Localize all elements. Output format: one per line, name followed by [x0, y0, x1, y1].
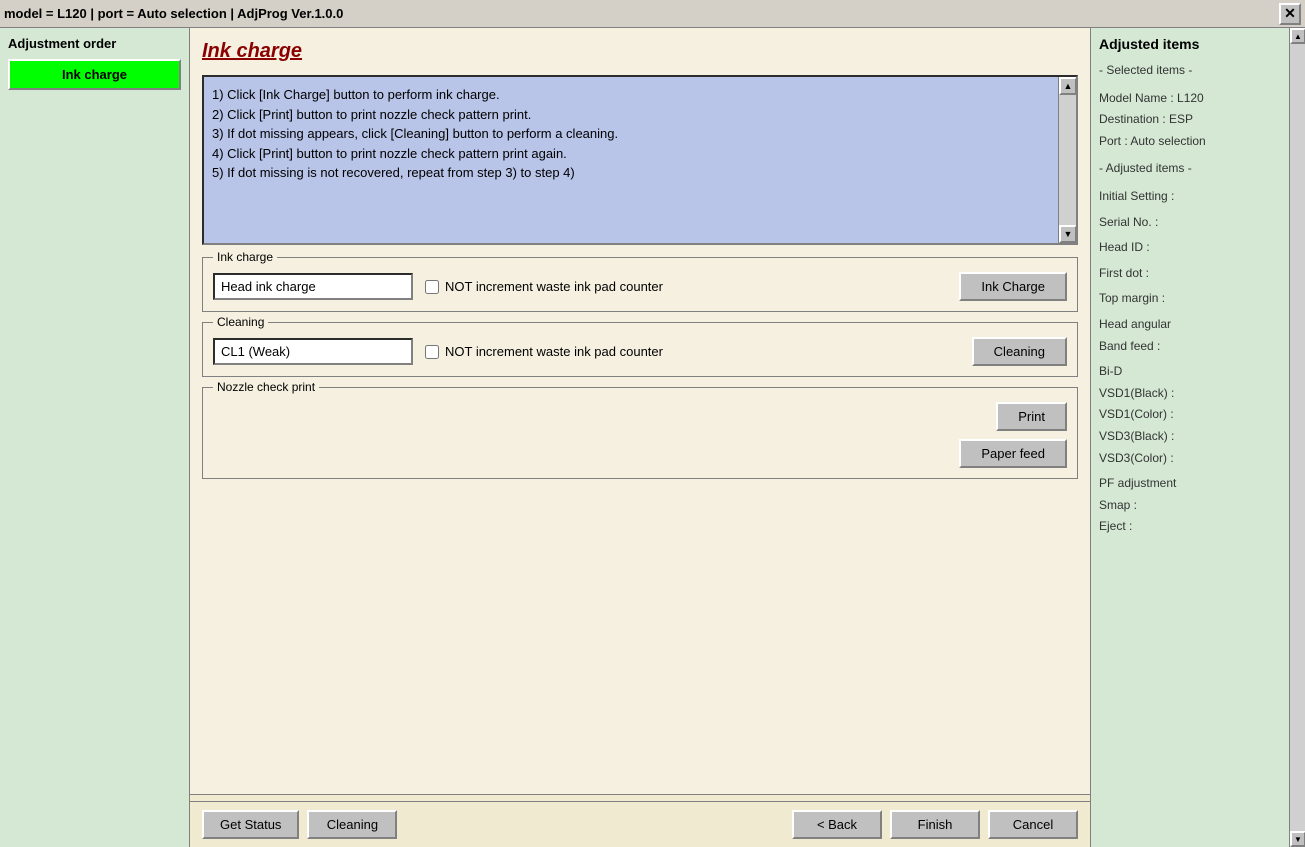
bottom-divider: [190, 794, 1090, 795]
port: Port : Auto selection: [1099, 131, 1281, 153]
content-area: Ink charge 1) Click [Ink Charge] button …: [190, 28, 1090, 794]
ink-charge-checkbox[interactable]: [425, 280, 439, 294]
vsd3-black: VSD3(Black) :: [1099, 426, 1281, 448]
right-panel-title: Adjusted items: [1099, 36, 1281, 52]
sidebar-item-ink-charge[interactable]: Ink charge: [8, 59, 181, 90]
cleaning-section: Cleaning CL1 (Weak) CL2 (Medium) CL3 (St…: [202, 322, 1078, 377]
instructions-scrollbar: ▲ ▼: [1058, 77, 1076, 243]
selected-items-header: - Selected items -: [1099, 60, 1281, 82]
right-scroll-up-btn[interactable]: ▲: [1290, 28, 1305, 44]
right-panel-selected-header: - Selected items - Model Name : L120 Des…: [1099, 60, 1281, 538]
instructions-text: 1) Click [Ink Charge] button to perform …: [212, 85, 1068, 183]
get-status-button[interactable]: Get Status: [202, 810, 299, 839]
band-feed: Band feed :: [1099, 336, 1281, 358]
cleaning-checkbox[interactable]: [425, 345, 439, 359]
main-layout: Adjustment order Ink charge Ink charge 1…: [0, 28, 1305, 847]
serial-no: Serial No. :: [1099, 212, 1281, 234]
model-name: Model Name : L120: [1099, 88, 1281, 110]
ink-charge-checkbox-text: NOT increment waste ink pad counter: [445, 279, 663, 294]
title-bar-text: model = L120 | port = Auto selection | A…: [4, 6, 343, 21]
cleaning-label: Cleaning: [213, 315, 268, 329]
eject: Eject :: [1099, 516, 1281, 538]
instruction-line-1: 1) Click [Ink Charge] button to perform …: [212, 85, 1048, 105]
right-scrollbar: ▲ ▼: [1289, 28, 1305, 847]
right-panel: Adjusted items - Selected items - Model …: [1090, 28, 1305, 847]
right-panel-content: Adjusted items - Selected items - Model …: [1091, 28, 1289, 847]
ink-charge-label: Ink charge: [213, 250, 277, 264]
ink-charge-checkbox-label: NOT increment waste ink pad counter: [425, 279, 663, 294]
print-button[interactable]: Print: [996, 402, 1067, 431]
nozzle-section: Nozzle check print Print Paper feed: [202, 387, 1078, 479]
first-dot: First dot :: [1099, 263, 1281, 285]
instructions-box: 1) Click [Ink Charge] button to perform …: [202, 75, 1078, 245]
cleaning-checkbox-text: NOT increment waste ink pad counter: [445, 344, 663, 359]
vsd1-color: VSD1(Color) :: [1099, 404, 1281, 426]
pf-adjustment: PF adjustment: [1099, 473, 1281, 495]
right-scroll-down-btn[interactable]: ▼: [1290, 831, 1305, 847]
cleaning-dropdown[interactable]: CL1 (Weak) CL2 (Medium) CL3 (Strong): [213, 338, 413, 365]
finish-button[interactable]: Finish: [890, 810, 980, 839]
ink-charge-row: Head ink charge Initial ink charge NOT i…: [213, 272, 1067, 301]
bottom-cleaning-button[interactable]: Cleaning: [307, 810, 397, 839]
scroll-up-btn[interactable]: ▲: [1059, 77, 1077, 95]
bottom-bar: Get Status Cleaning < Back Finish Cancel: [190, 801, 1090, 847]
vsd1-black: VSD1(Black) :: [1099, 383, 1281, 405]
cleaning-dropdown-wrapper: CL1 (Weak) CL2 (Medium) CL3 (Strong): [213, 338, 413, 365]
cancel-button[interactable]: Cancel: [988, 810, 1078, 839]
top-margin: Top margin :: [1099, 288, 1281, 310]
bottom-bar-container: Get Status Cleaning < Back Finish Cancel: [190, 794, 1090, 847]
instruction-line-3: 3) If dot missing appears, click [Cleani…: [212, 124, 1048, 144]
sidebar-title: Adjustment order: [8, 36, 181, 51]
close-button[interactable]: ✕: [1279, 3, 1301, 25]
nozzle-section-label: Nozzle check print: [213, 380, 319, 394]
vsd3-color: VSD3(Color) :: [1099, 448, 1281, 470]
cleaning-checkbox-label: NOT increment waste ink pad counter: [425, 344, 663, 359]
scroll-down-btn[interactable]: ▼: [1059, 225, 1077, 243]
initial-setting: Initial Setting :: [1099, 186, 1281, 208]
ink-charge-section: Ink charge Head ink charge Initial ink c…: [202, 257, 1078, 312]
paper-feed-button[interactable]: Paper feed: [959, 439, 1067, 468]
instruction-line-2: 2) Click [Print] button to print nozzle …: [212, 105, 1048, 125]
head-id: Head ID :: [1099, 237, 1281, 259]
right-scroll-track: [1290, 44, 1305, 831]
cleaning-row: CL1 (Weak) CL2 (Medium) CL3 (Strong) NOT…: [213, 337, 1067, 366]
content-wrapper: Ink charge 1) Click [Ink Charge] button …: [190, 28, 1090, 847]
title-bar: model = L120 | port = Auto selection | A…: [0, 0, 1305, 28]
page-title: Ink charge: [202, 40, 1078, 63]
cleaning-button[interactable]: Cleaning: [972, 337, 1067, 366]
ink-charge-button[interactable]: Ink Charge: [959, 272, 1067, 301]
sidebar: Adjustment order Ink charge: [0, 28, 190, 847]
bi-d: Bi-D: [1099, 361, 1281, 383]
head-angular: Head angular: [1099, 314, 1281, 336]
nozzle-buttons: Print Paper feed: [213, 402, 1067, 468]
scroll-track: [1059, 95, 1076, 225]
instruction-line-5: 5) If dot missing is not recovered, repe…: [212, 163, 1048, 183]
instruction-line-4: 4) Click [Print] button to print nozzle …: [212, 144, 1048, 164]
adjusted-items-header: - Adjusted items -: [1099, 158, 1281, 180]
ink-charge-dropdown-wrapper: Head ink charge Initial ink charge: [213, 273, 413, 300]
smap: Smap :: [1099, 495, 1281, 517]
destination: Destination : ESP: [1099, 109, 1281, 131]
ink-charge-dropdown[interactable]: Head ink charge Initial ink charge: [213, 273, 413, 300]
back-button[interactable]: < Back: [792, 810, 882, 839]
